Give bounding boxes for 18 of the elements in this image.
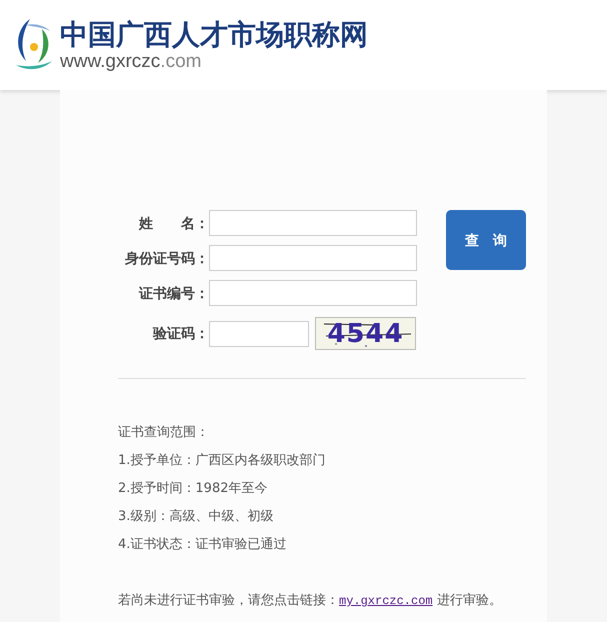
field-label: 姓 名： (138, 214, 209, 232)
query-button[interactable]: 查 询 (446, 210, 526, 270)
field-label: 验证码： (152, 324, 209, 343)
scope-heading: 证书查询范围： (118, 424, 210, 442)
input-field[interactable] (209, 245, 417, 271)
site-name: 中国广西人才市场职称网 (60, 18, 368, 52)
review-link[interactable]: my.gxrczc.com (339, 594, 433, 608)
field-label: 身份证号码： (124, 248, 209, 268)
scope-item: 1.授予单位：广西区内各级职改部门 (118, 452, 326, 470)
field-label: 证书编号： (138, 284, 209, 302)
scope-item: 3.级别：高级、中级、初级 (118, 508, 274, 526)
site-url: www.gxrczc.com (60, 52, 202, 72)
captcha-field[interactable] (209, 320, 309, 346)
scope-item: 4.证书状态：证书审验已通过 (118, 536, 288, 554)
scope-item: 2.授予时间：1982年至今 (118, 480, 268, 498)
input-field[interactable] (209, 280, 417, 306)
input-field[interactable] (209, 210, 417, 236)
footer-note: 若尚未进行证书审验，请您点击链接：my.gxrczc.com 进行审验。 (118, 592, 503, 610)
